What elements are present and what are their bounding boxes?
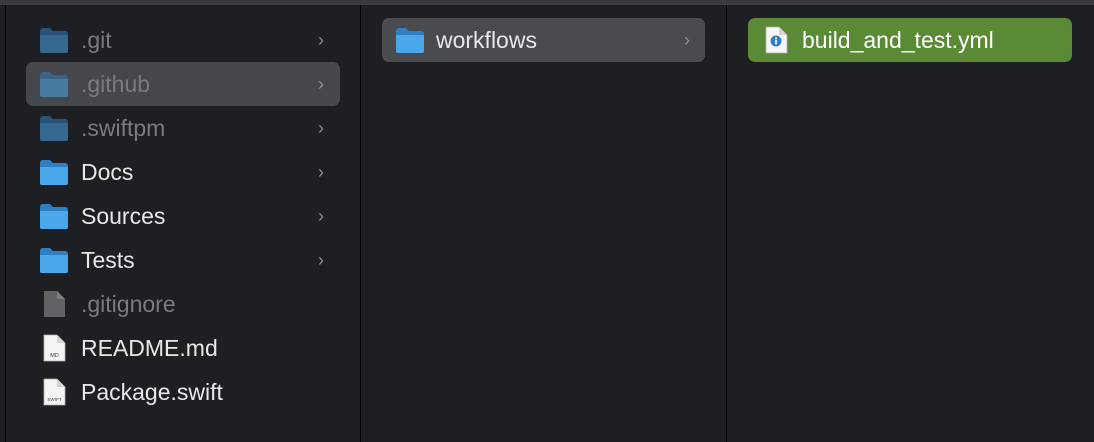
folder-icon xyxy=(40,204,68,229)
folder-icon xyxy=(396,28,424,53)
list-item-readme[interactable]: MD README.md xyxy=(26,326,340,370)
yml-file-icon xyxy=(765,26,788,54)
folder-icon xyxy=(40,116,68,141)
list-item-tests[interactable]: Tests › xyxy=(26,238,340,282)
chevron-right-icon: › xyxy=(318,206,324,226)
document-icon xyxy=(44,291,65,317)
browser-column-github: workflows › xyxy=(361,5,727,442)
chevron-right-icon: › xyxy=(318,118,324,138)
list-item-package-swift[interactable]: SWIFT Package.swift xyxy=(26,370,340,414)
list-item-workflows[interactable]: workflows › xyxy=(382,18,705,62)
chevron-right-icon: › xyxy=(318,162,324,182)
list-item-git[interactable]: .git › xyxy=(26,18,340,62)
item-label: build_and_test.yml xyxy=(802,27,994,53)
item-label: README.md xyxy=(81,335,218,361)
list-item-sources[interactable]: Sources › xyxy=(26,194,340,238)
item-label: Tests xyxy=(81,247,135,273)
item-label: .git xyxy=(81,27,112,53)
list-item-github[interactable]: .github › xyxy=(26,62,340,106)
list-item-gitignore[interactable]: .gitignore xyxy=(26,282,340,326)
chevron-right-icon: › xyxy=(318,250,324,270)
chevron-right-icon: › xyxy=(684,30,690,50)
browser-column-root: .git › .github › .swiftpm › Docs › Sourc… xyxy=(5,5,361,442)
item-label: Sources xyxy=(81,203,166,229)
chevron-right-icon: › xyxy=(318,74,324,94)
svg-text:MD: MD xyxy=(50,353,59,359)
swift-file-icon: SWIFT xyxy=(43,378,66,406)
browser-column-workflows: build_and_test.yml xyxy=(727,5,1094,442)
item-label: .gitignore xyxy=(81,291,176,317)
list-item-docs[interactable]: Docs › xyxy=(26,150,340,194)
item-label: Docs xyxy=(81,159,134,185)
list-item-swiftpm[interactable]: .swiftpm › xyxy=(26,106,340,150)
item-label: .swiftpm xyxy=(81,115,166,141)
md-file-icon: MD xyxy=(43,334,66,362)
item-label: .github xyxy=(81,71,151,97)
folder-icon xyxy=(40,160,68,185)
folder-icon xyxy=(40,28,68,53)
folder-icon xyxy=(40,248,68,273)
folder-icon xyxy=(40,72,68,97)
chevron-right-icon: › xyxy=(318,30,324,50)
list-item-build-and-test-yml[interactable]: build_and_test.yml xyxy=(748,18,1072,62)
item-label: Package.swift xyxy=(81,379,223,405)
svg-text:SWIFT: SWIFT xyxy=(47,397,61,402)
item-label: workflows xyxy=(436,27,537,53)
